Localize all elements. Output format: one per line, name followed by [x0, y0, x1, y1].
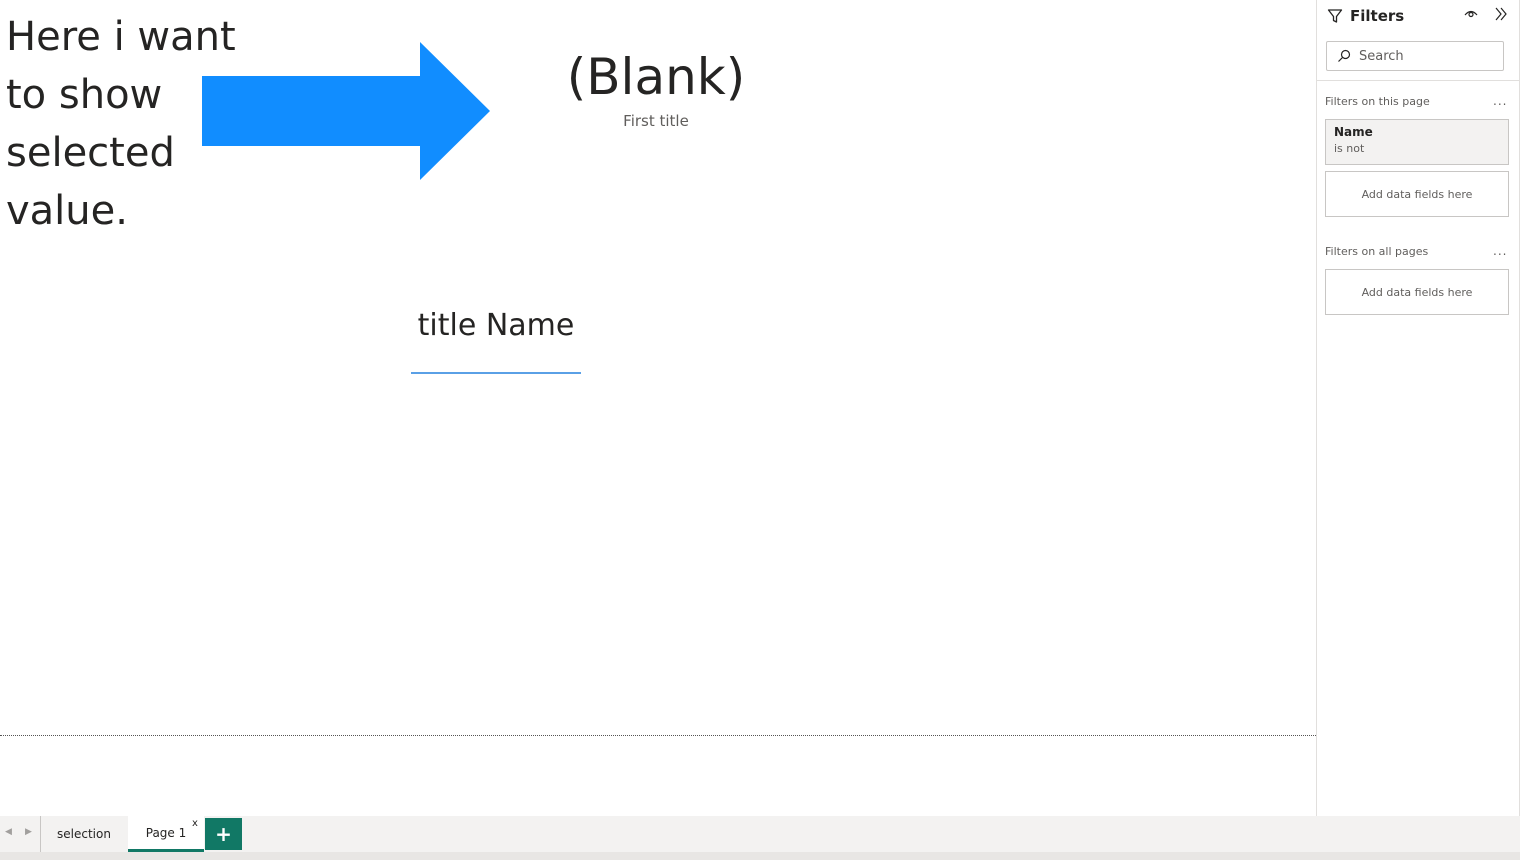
filter-icon — [1327, 9, 1343, 23]
filters-header: Filters — [1327, 6, 1404, 26]
slicer-title[interactable]: title Name — [411, 308, 581, 343]
pane-divider — [1317, 80, 1519, 81]
filters-title: Filters — [1350, 7, 1405, 25]
add-page-button[interactable]: + — [205, 818, 242, 850]
filter-condition: is not — [1334, 142, 1365, 155]
section-label-all-pages: Filters on all pages — [1325, 245, 1429, 258]
eye-icon[interactable] — [1464, 8, 1478, 20]
filter-card-name[interactable]: Name is not — [1325, 119, 1509, 165]
more-options-all-pages[interactable]: ... — [1493, 244, 1507, 258]
card-value[interactable]: (Blank) — [540, 46, 772, 108]
close-tab-icon[interactable]: x — [192, 818, 198, 829]
right-arrow-shape[interactable] — [200, 40, 492, 182]
filters-search-box[interactable] — [1326, 41, 1504, 71]
next-page-icon[interactable]: ▶ — [25, 827, 32, 837]
report-canvas: Here i want to show selected value. (Bla… — [0, 0, 1316, 816]
more-options-this-page[interactable]: ... — [1493, 94, 1507, 108]
filters-pane: Filters Filters on this page ... Name is… — [1316, 0, 1520, 816]
filter-field-name: Name — [1334, 125, 1373, 139]
section-label-this-page: Filters on this page — [1325, 95, 1430, 108]
tab-selection[interactable]: selection — [41, 816, 127, 852]
card-label: First title — [623, 112, 689, 130]
drop-zone-all-pages[interactable]: Add data fields here — [1325, 269, 1509, 315]
prev-page-icon[interactable]: ◀ — [5, 827, 12, 837]
search-input[interactable] — [1359, 48, 1489, 64]
status-bar — [0, 852, 1520, 860]
page-boundary-line — [0, 735, 1316, 736]
collapse-pane-icon[interactable] — [1493, 6, 1509, 22]
slicer-underline — [411, 372, 581, 374]
page-tab-bar: ◀ ▶ selection Page 1 x + — [0, 816, 1520, 852]
drop-zone-this-page[interactable]: Add data fields here — [1325, 171, 1509, 217]
search-icon — [1338, 49, 1351, 62]
